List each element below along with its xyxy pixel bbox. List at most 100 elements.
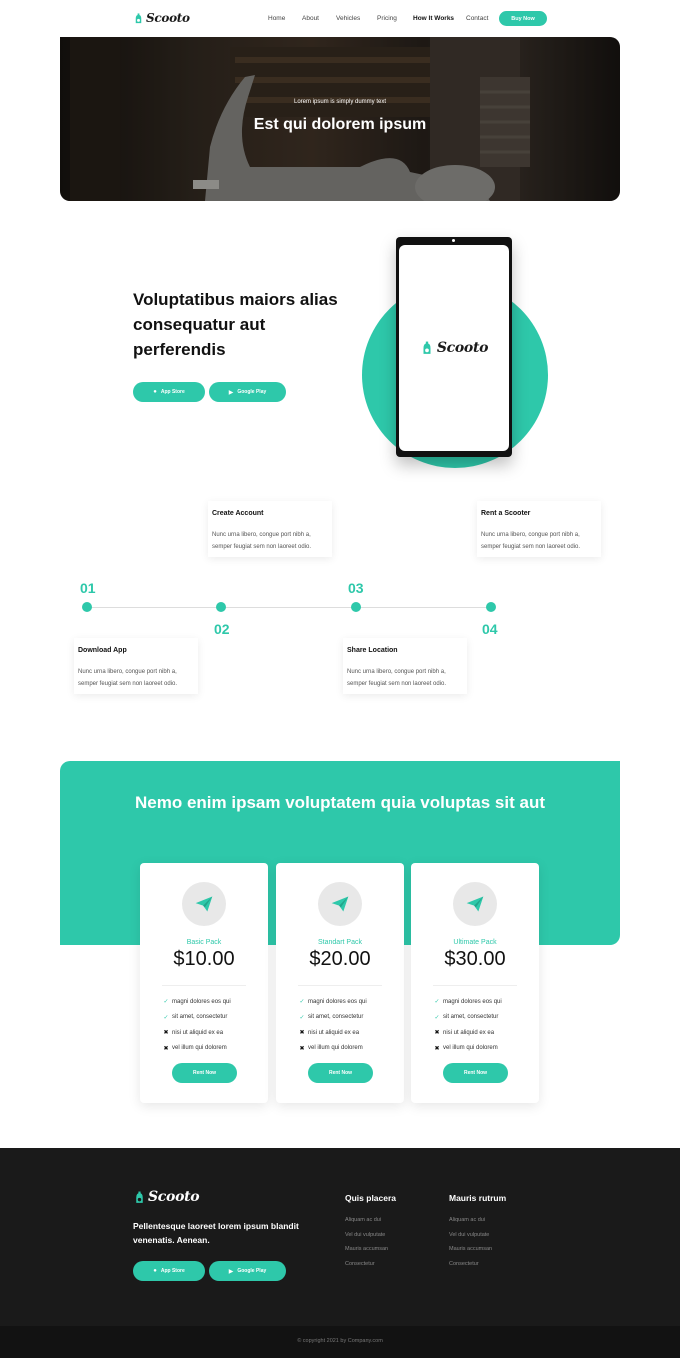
footer-column-title: Mauris rutrum <box>449 1193 507 1203</box>
hero-banner: Lorem ipsum is simply dummy text Est qui… <box>60 37 620 201</box>
footer-brand-name: Scooto <box>148 1189 200 1205</box>
step-title: Create Account <box>212 510 264 517</box>
pricing-card-basic: Basic Pack $10.00 ✓ magni dolores eos qui… <box>140 863 268 1103</box>
check-icon: ✓ <box>434 999 440 1006</box>
rent-now-button[interactable]: Rent Now <box>172 1063 237 1083</box>
check-icon: ✓ <box>299 1014 305 1021</box>
app-store-label: App Store <box>160 389 185 395</box>
copyright-text: © copyright 2021 by Company.com <box>297 1338 383 1344</box>
nav-link-vehicles[interactable]: Vehicles <box>336 15 360 22</box>
plan-features: ✓ magni dolores eos qui ✓ sit amet, consec… <box>434 994 502 1056</box>
timeline-dot <box>82 602 92 612</box>
check-icon: ✓ <box>434 1014 440 1021</box>
footer-link[interactable]: Aliquam ac dui <box>449 1217 485 1223</box>
pricing-title: Nemo enim ipsam voluptatem quia voluptas… <box>135 793 545 812</box>
step-number: 02 <box>214 621 230 637</box>
feature-item: ✖ vel illum qui dolorem <box>163 1045 227 1052</box>
footer: Scooto Pellentesque laoreet lorem ipsum … <box>0 1148 680 1326</box>
timeline-dot <box>351 602 361 612</box>
hero-subtitle: Lorem ipsum is simply dummy text <box>293 99 387 105</box>
feature-item: ✖ nisi ut aliquid ex ea <box>434 1029 495 1037</box>
step-number: 04 <box>482 621 498 637</box>
scooter-logo-icon <box>423 341 431 354</box>
footer-column-title: Quis placera <box>345 1193 397 1203</box>
hero-title: Est qui dolorem ipsum <box>253 116 427 133</box>
footer-bottom-bar: © copyright 2021 by Company.com <box>0 1326 680 1358</box>
pricing-card-standart: Standart Pack $20.00 ✓ magni dolores eos … <box>276 863 404 1103</box>
paper-plane-icon <box>466 896 484 912</box>
feature-item: ✖ nisi ut aliquid ex ea <box>299 1029 360 1037</box>
plan-price: $30.00 <box>444 948 506 970</box>
step-title: Download App <box>78 647 127 654</box>
rent-now-button[interactable]: Rent Now <box>308 1063 373 1083</box>
step-number: 03 <box>348 580 364 596</box>
check-icon: ✓ <box>299 999 305 1006</box>
footer-link[interactable]: Mauris accumsan <box>449 1246 492 1252</box>
cross-icon: ✖ <box>434 1030 440 1037</box>
footer-link[interactable]: Aliquam ac dui <box>345 1217 381 1223</box>
step-text: Nunc urna libero, congue port nibh a, se… <box>347 669 447 687</box>
app-section-title: Voluptatibus maiors alias consequatur au… <box>133 290 338 359</box>
paper-plane-icon <box>331 896 349 912</box>
nav-link-how-it-works[interactable]: How It Works <box>413 15 454 22</box>
footer-google-play-button[interactable]: ▶ Google Play <box>209 1261 286 1281</box>
feature-item: ✓ magni dolores eos qui <box>434 998 502 1006</box>
plan-name: Ultimate Pack <box>453 939 497 946</box>
step-number: 01 <box>80 580 96 596</box>
nav-link-home[interactable]: Home <box>268 15 285 22</box>
feature-item: ✓ sit amet, consectetur <box>299 1014 364 1021</box>
check-icon: ✓ <box>163 1014 169 1021</box>
step-title: Rent a Scooter <box>481 510 531 517</box>
footer-link[interactable]: Mauris accumsan <box>345 1246 388 1252</box>
brand-name: Scooto <box>146 11 190 25</box>
plan-name: Basic Pack <box>186 939 222 946</box>
footer-tagline: Pellentesque laoreet lorem ipsum blandit… <box>133 1221 299 1245</box>
plan-features: ✓ magni dolores eos qui ✓ sit amet, consec… <box>163 994 231 1056</box>
rent-now-button[interactable]: Rent Now <box>443 1063 508 1083</box>
phone-brand-logo: Scooto <box>420 340 488 356</box>
feature-item: ✓ sit amet, consectetur <box>163 1014 228 1021</box>
plan-price: $10.00 <box>173 948 235 970</box>
buy-now-button[interactable]: Buy Now <box>499 11 547 26</box>
footer-link[interactable]: Vel dui vulputate <box>449 1232 489 1238</box>
feature-item: ✖ vel illum qui dolorem <box>299 1045 363 1052</box>
apple-icon: ● <box>153 389 157 395</box>
app-store-button[interactable]: ● App Store <box>133 382 205 402</box>
nav-link-about[interactable]: About <box>302 15 319 22</box>
nav-link-contact[interactable]: Contact <box>466 15 488 22</box>
brand-logo[interactable]: Scooto <box>133 11 190 25</box>
footer-app-store-button[interactable]: ● App Store <box>133 1261 205 1281</box>
step-card-rent-scooter: Rent a Scooter Nunc urna libero, congue … <box>477 501 601 557</box>
camera-icon <box>452 239 455 242</box>
cross-icon: ✖ <box>299 1045 305 1052</box>
footer-link[interactable]: Vel dui vulputate <box>345 1232 385 1238</box>
nav-link-pricing[interactable]: Pricing <box>377 15 397 22</box>
feature-item: ✓ magni dolores eos qui <box>163 998 231 1006</box>
cross-icon: ✖ <box>434 1045 440 1052</box>
cross-icon: ✖ <box>299 1030 305 1037</box>
cross-icon: ✖ <box>163 1045 169 1052</box>
google-play-button[interactable]: ▶ Google Play <box>209 382 286 402</box>
feature-item: ✖ vel illum qui dolorem <box>434 1045 498 1052</box>
phone-brand-name: Scooto <box>436 340 489 356</box>
paper-plane-icon <box>195 896 213 912</box>
timeline-dot <box>486 602 496 612</box>
footer-link[interactable]: Consectetur <box>345 1261 375 1267</box>
timeline-dot <box>216 602 226 612</box>
play-icon: ▶ <box>228 1268 234 1275</box>
footer-link[interactable]: Consectetur <box>449 1261 479 1267</box>
scooter-logo-icon <box>136 1191 143 1203</box>
plan-features: ✓ magni dolores eos qui ✓ sit amet, consec… <box>299 994 367 1056</box>
step-card-share-location: Share Location Nunc urna libero, congue … <box>343 638 467 694</box>
pricing-card-ultimate: Ultimate Pack $30.00 ✓ magni dolores eos … <box>411 863 539 1103</box>
feature-item: ✓ magni dolores eos qui <box>299 998 367 1006</box>
apple-icon: ● <box>153 1268 157 1274</box>
timeline-line <box>87 607 491 608</box>
app-store-label: App Store <box>160 1268 185 1274</box>
step-text: Nunc urna libero, congue port nibh a, se… <box>212 532 312 550</box>
plan-price: $20.00 <box>309 948 371 970</box>
footer-brand-logo[interactable]: Scooto <box>133 1189 200 1205</box>
phone-mockup: Scooto <box>396 237 512 457</box>
step-text: Nunc urna libero, congue port nibh a, se… <box>481 532 581 550</box>
scooter-logo-icon <box>135 12 142 23</box>
